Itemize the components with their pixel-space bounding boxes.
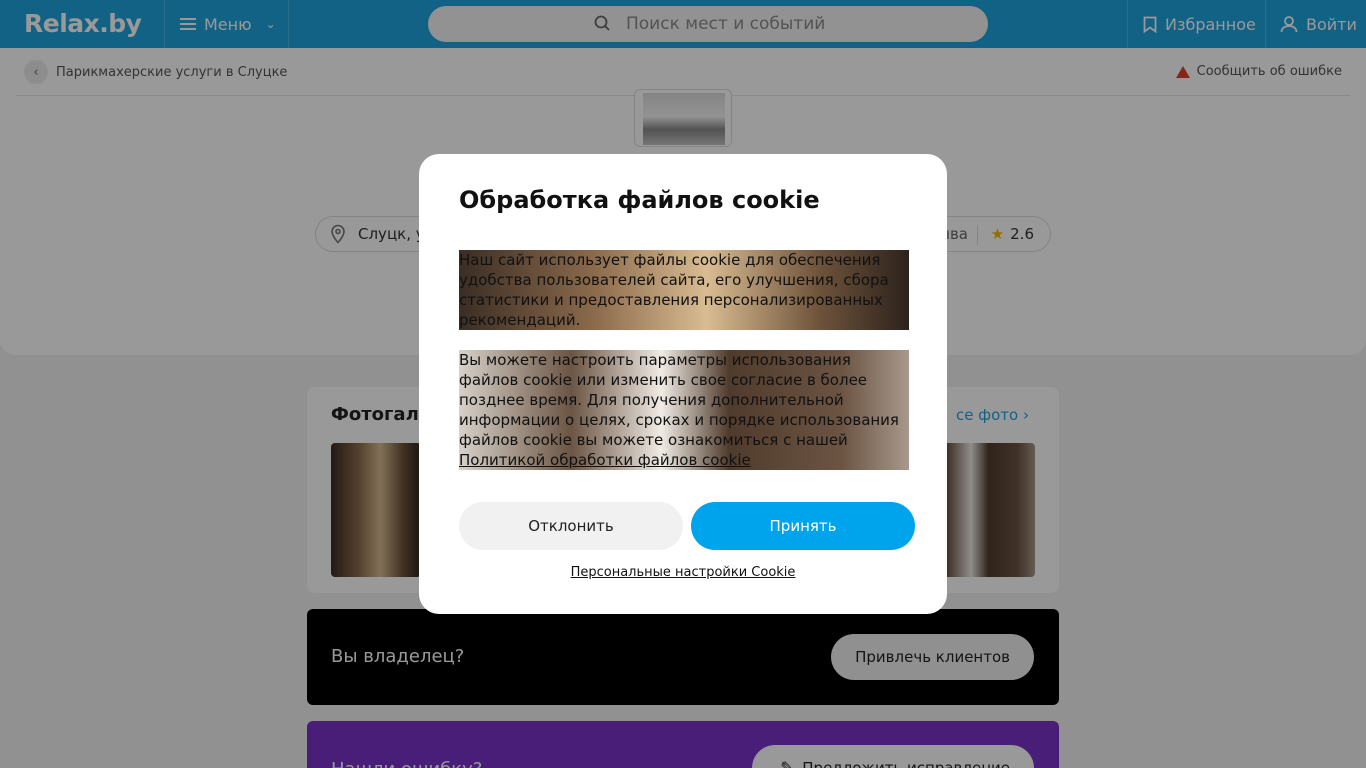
cookie-text-1: Наш сайт использует файлы cookie для обе…	[459, 250, 909, 330]
cookie-text-2: Вы можете настроить параметры использова…	[459, 350, 909, 470]
cookie-personal-settings-link[interactable]: Персональные настройки Cookie	[419, 565, 947, 580]
cookie-dialog: Обработка файлов cookie Наш сайт использ…	[419, 154, 947, 614]
cookie-title: Обработка файлов cookie	[459, 186, 820, 214]
cookie-text-2-body: Вы можете настроить параметры использова…	[459, 351, 899, 449]
accept-button[interactable]: Принять	[691, 502, 915, 550]
decline-button[interactable]: Отклонить	[459, 502, 683, 550]
cookie-policy-link[interactable]: Политикой обработки файлов cookie	[459, 451, 751, 469]
